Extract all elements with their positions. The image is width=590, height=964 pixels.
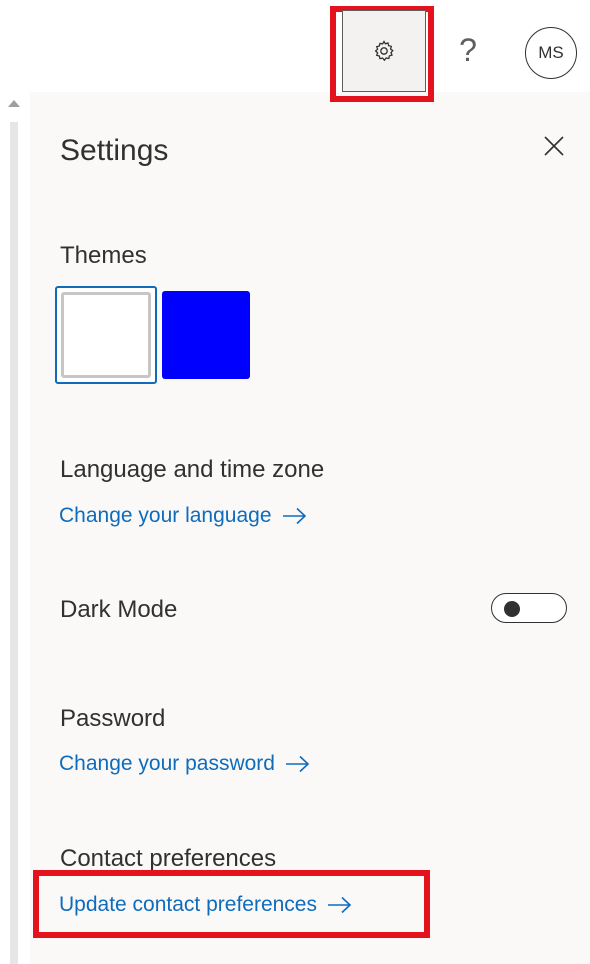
update-contact-label: Update contact preferences [59, 893, 317, 916]
theme-swatch-white[interactable] [55, 286, 157, 384]
change-language-link[interactable]: Change your language [59, 504, 308, 528]
arrow-right-icon [327, 896, 353, 914]
gear-icon [374, 40, 394, 62]
panel-title: Settings [60, 134, 169, 167]
change-password-label: Change your password [59, 752, 275, 775]
arrow-right-icon [282, 507, 308, 525]
help-button[interactable]: ? [446, 18, 490, 82]
arrow-right-icon [285, 755, 311, 773]
themes-heading: Themes [60, 242, 147, 269]
close-icon [544, 136, 564, 156]
theme-swatch-blue[interactable] [162, 291, 250, 379]
settings-button[interactable] [342, 10, 426, 92]
password-heading: Password [60, 705, 166, 732]
change-language-label: Change your language [59, 504, 272, 527]
change-password-link[interactable]: Change your password [59, 752, 311, 776]
settings-panel: Settings Themes Language and time zone C… [30, 92, 590, 964]
theme-swatch-white-inner [61, 292, 151, 378]
avatar[interactable]: MS [525, 27, 577, 79]
update-contact-link[interactable]: Update contact preferences [59, 893, 353, 917]
contact-heading: Contact preferences [60, 845, 277, 872]
dark-mode-toggle[interactable] [491, 593, 567, 623]
scroll-track[interactable] [10, 122, 18, 964]
close-button[interactable] [536, 128, 572, 164]
dark-mode-label: Dark Mode [60, 596, 178, 623]
scrollbar[interactable] [0, 92, 30, 964]
toggle-knob [504, 601, 520, 617]
language-heading: Language and time zone [60, 456, 325, 483]
top-bar: ? MS [0, 0, 590, 102]
scroll-up-arrow-icon[interactable] [8, 100, 20, 107]
